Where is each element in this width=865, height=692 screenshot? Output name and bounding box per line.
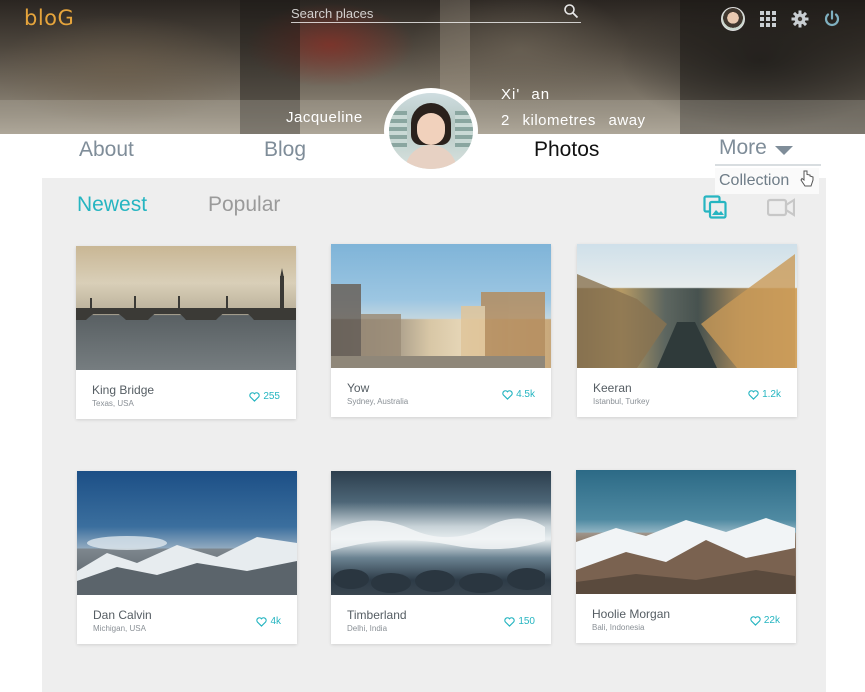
dropdown-item-collection[interactable]: Collection <box>719 172 789 190</box>
photo-card[interactable]: Dan Calvin Michigan, USA 4k <box>77 471 297 644</box>
nav-blog[interactable]: Blog <box>264 138 306 162</box>
photo-card[interactable]: Hoolie Morgan Bali, Indonesia 22k <box>576 470 796 643</box>
header-actions <box>721 7 841 31</box>
card-title: King Bridge <box>92 383 155 397</box>
like-count: 1.2k <box>762 389 781 400</box>
card-location: Istanbul, Turkey <box>593 397 650 406</box>
like-button[interactable]: 4.5k <box>502 389 535 400</box>
tab-newest[interactable]: Newest <box>77 193 147 217</box>
gear-icon[interactable] <box>791 10 809 28</box>
heart-icon <box>256 616 268 627</box>
more-dropdown: Collection <box>715 168 819 194</box>
photo-image <box>331 244 551 368</box>
heart-icon <box>502 389 513 400</box>
nav-more-label: More <box>719 136 767 159</box>
photo-card[interactable]: Yow Sydney, Australia 4.5k <box>331 244 551 417</box>
user-avatar[interactable] <box>721 7 745 31</box>
nav-photos[interactable]: Photos <box>534 138 599 162</box>
card-location: Texas, USA <box>92 399 134 408</box>
card-title: Keeran <box>593 381 632 395</box>
like-button[interactable]: 255 <box>249 391 280 402</box>
photo-image <box>77 471 297 595</box>
like-button[interactable]: 1.2k <box>748 389 781 400</box>
video-camera-icon[interactable] <box>767 196 795 218</box>
like-count: 4.5k <box>516 389 535 400</box>
photo-card[interactable]: King Bridge Texas, USA 255 <box>76 246 296 419</box>
photo-gallery-icon[interactable] <box>703 195 727 219</box>
search-bar <box>291 3 581 23</box>
photo-image <box>577 244 797 368</box>
heart-icon <box>249 391 260 402</box>
card-title: Hoolie Morgan <box>592 607 671 621</box>
photo-image <box>331 471 551 595</box>
card-location: Michigan, USA <box>93 624 146 633</box>
search-input[interactable] <box>291 4 561 23</box>
photo-image <box>76 246 296 370</box>
heart-icon <box>504 616 515 627</box>
chevron-down-icon <box>775 146 793 155</box>
tab-popular[interactable]: Popular <box>208 193 280 217</box>
card-title: Yow <box>347 381 370 395</box>
like-count: 255 <box>263 391 280 402</box>
like-count: 150 <box>518 616 535 627</box>
like-button[interactable]: 150 <box>504 616 535 627</box>
grid-icon[interactable] <box>759 10 777 28</box>
card-title: Timberland <box>347 608 407 622</box>
like-count: 4k <box>270 616 281 627</box>
profile-city: Xi' an <box>501 86 551 103</box>
search-icon[interactable] <box>563 3 579 19</box>
brand-logo[interactable]: bloG <box>24 6 74 30</box>
heart-icon <box>750 615 761 626</box>
card-location: Bali, Indonesia <box>592 623 645 632</box>
photo-card[interactable]: Keeran Istanbul, Turkey 1.2k <box>577 244 797 417</box>
nav-more[interactable]: More <box>715 136 821 166</box>
heart-icon <box>748 389 759 400</box>
photo-image <box>576 470 796 594</box>
card-location: Delhi, India <box>347 624 388 633</box>
like-button[interactable]: 22k <box>750 615 780 626</box>
profile-distance: 2 kilometres away <box>501 112 646 129</box>
profile-avatar[interactable] <box>384 88 478 174</box>
card-title: Dan Calvin <box>93 608 152 622</box>
nav-about[interactable]: About <box>79 138 134 162</box>
hand-cursor-icon <box>800 170 814 187</box>
photo-card[interactable]: Timberland Delhi, India 150 <box>331 471 551 644</box>
profile-name: Jacqueline <box>286 109 363 126</box>
power-icon[interactable] <box>823 10 841 28</box>
like-count: 22k <box>763 615 780 626</box>
like-button[interactable]: 4k <box>256 616 281 627</box>
card-location: Sydney, Australia <box>347 397 409 406</box>
